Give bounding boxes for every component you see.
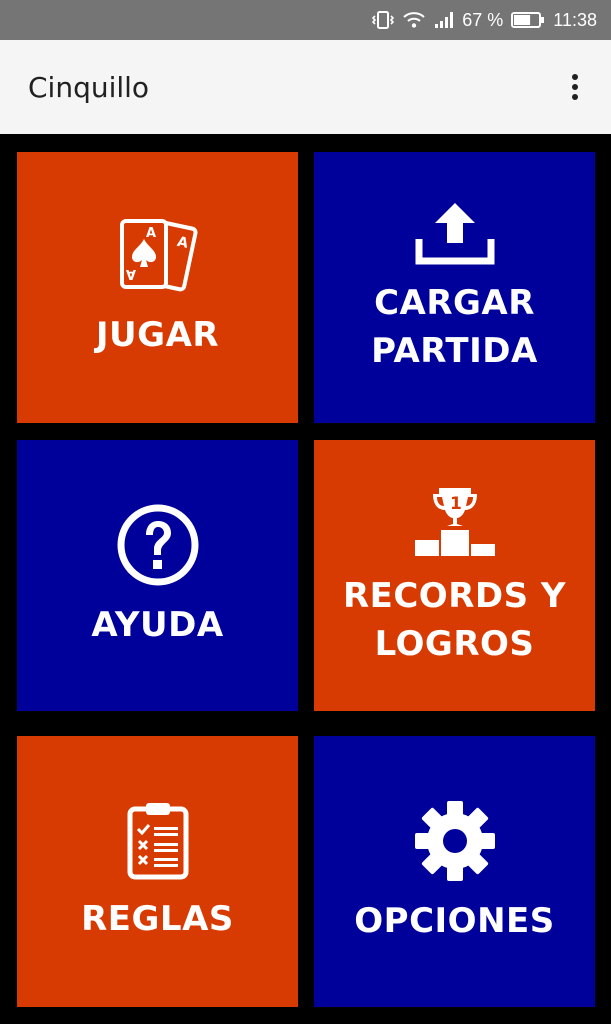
- cargar-label-line2: PARTIDA: [371, 330, 538, 371]
- records-logros-label: RECORDS Y LOGROS: [343, 572, 566, 668]
- ayuda-label: AYUDA: [91, 604, 224, 645]
- opciones-button[interactable]: OPCIONES: [314, 736, 595, 1007]
- vibrate-icon: [372, 10, 395, 30]
- svg-text:A: A: [146, 226, 156, 241]
- records-label-line1: RECORDS Y: [342, 575, 567, 616]
- status-bar: 67 % 11:38: [0, 0, 611, 40]
- jugar-button[interactable]: A A A JUGAR: [17, 152, 298, 423]
- clock: 11:38: [553, 9, 597, 30]
- upload-icon: [413, 201, 497, 265]
- reglas-button[interactable]: REGLAS: [17, 736, 298, 1007]
- cargar-label-line1: CARGAR: [374, 282, 535, 323]
- clipboard-checklist-icon: [126, 801, 190, 881]
- cargar-partida-button[interactable]: CARGAR PARTIDA: [314, 152, 595, 423]
- help-circle-icon: [116, 503, 200, 587]
- battery-percent: 67 %: [462, 9, 504, 30]
- wifi-icon: [402, 11, 426, 29]
- ayuda-button[interactable]: AYUDA: [17, 440, 298, 711]
- records-label-line2: LOGROS: [374, 623, 535, 664]
- jugar-label: JUGAR: [95, 314, 220, 355]
- battery-icon: [511, 11, 545, 29]
- app-title: Cinquillo: [28, 70, 150, 104]
- records-logros-button[interactable]: 1 RECORDS Y LOGROS: [314, 440, 595, 711]
- cargar-partida-label: CARGAR PARTIDA: [371, 279, 538, 375]
- svg-text:1: 1: [450, 494, 462, 514]
- trophy-podium-icon: 1: [413, 484, 497, 558]
- signal-icon: [434, 11, 454, 29]
- more-vert-icon[interactable]: [563, 67, 587, 107]
- svg-text:A: A: [125, 266, 135, 281]
- app-bar: Cinquillo: [0, 40, 611, 134]
- gear-icon: [413, 799, 497, 883]
- reglas-label: REGLAS: [81, 898, 234, 939]
- opciones-label: OPCIONES: [354, 900, 555, 941]
- playing-cards-icon: A A A: [116, 217, 200, 297]
